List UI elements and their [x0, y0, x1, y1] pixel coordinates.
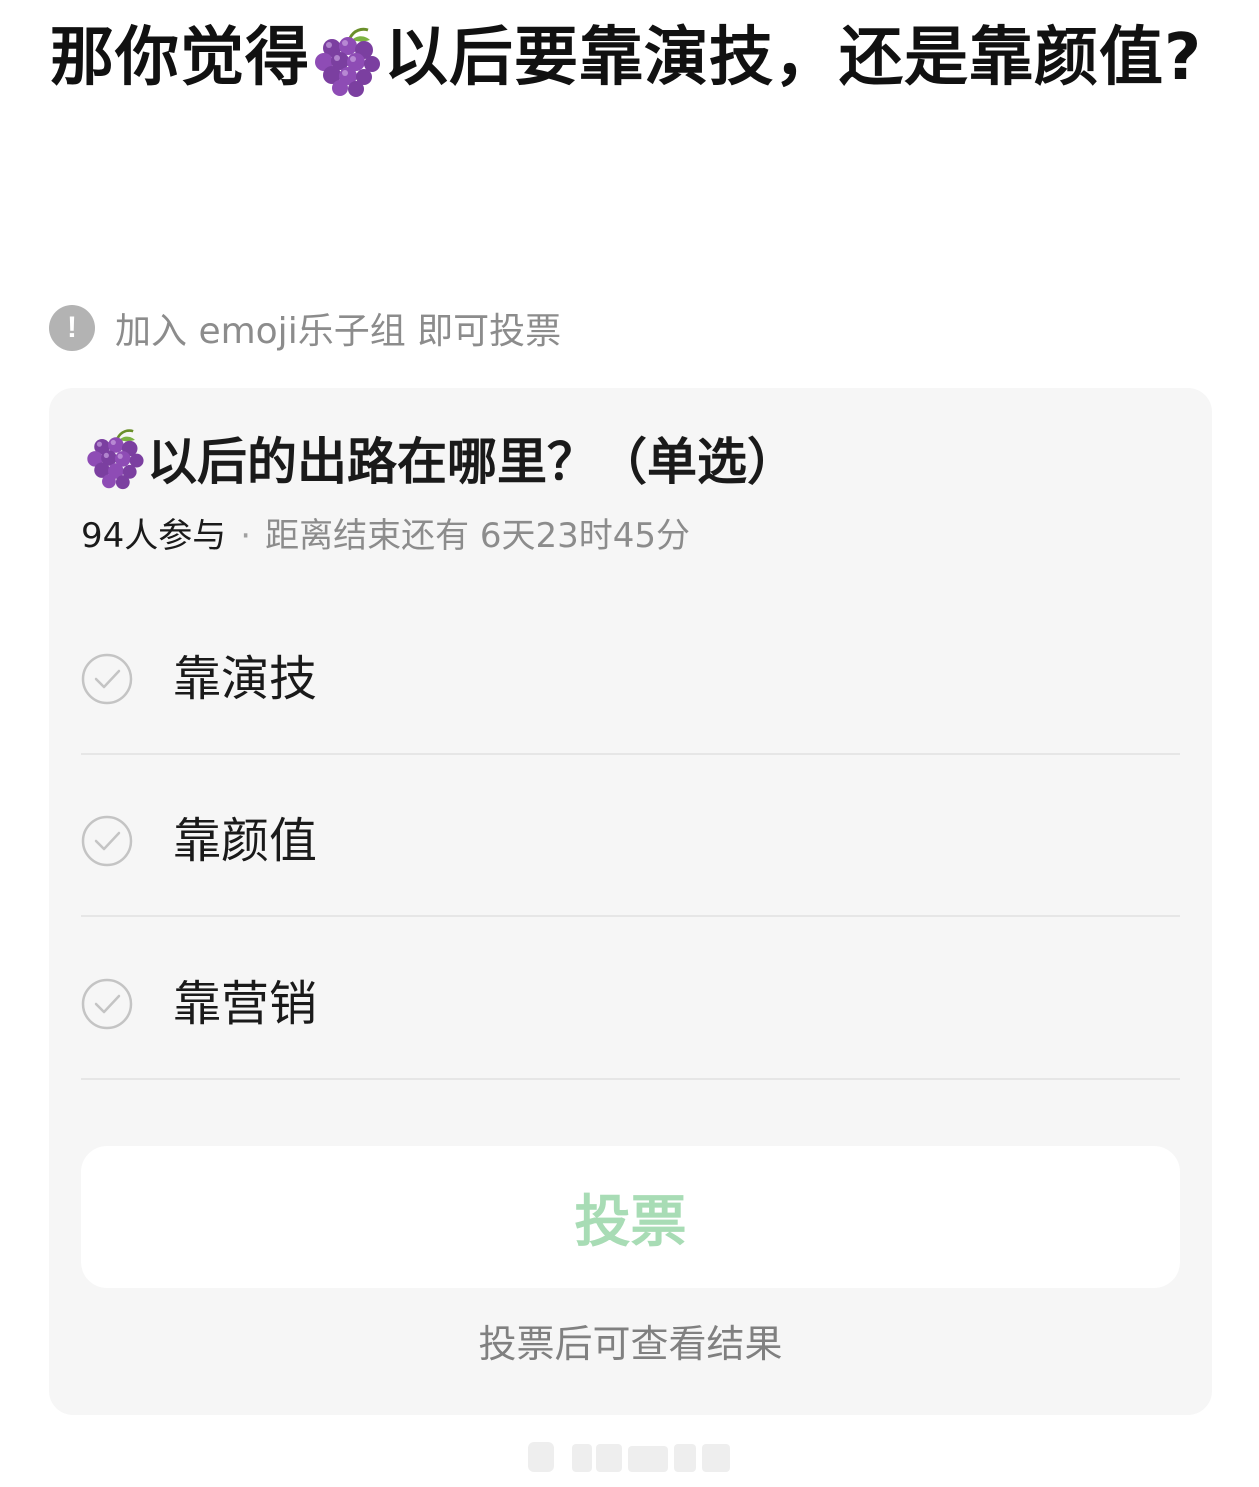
meta-separator: · [240, 516, 252, 556]
poll-option[interactable]: 靠营销 [81, 918, 1180, 1080]
poll-option-label: 靠颜值 [173, 813, 318, 869]
check-circle-icon[interactable] [81, 653, 133, 705]
poll-question: 以后的出路在哪里？（单选） [83, 426, 797, 491]
poll-option-label: 靠演技 [173, 651, 318, 707]
exclamation-circle-icon: ! [49, 305, 95, 351]
join-notice-text: 加入 emoji乐子组 即可投票 [115, 311, 562, 352]
grapes-emoji-icon [315, 28, 380, 98]
participant-count: 94人参与 [81, 516, 227, 556]
poll-option[interactable]: 靠演技 [81, 593, 1180, 755]
title-text-before: 那你觉得 [50, 21, 310, 95]
poll-option-label: 靠营销 [173, 976, 318, 1032]
vote-hint: 投票后可查看结果 [478, 1322, 783, 1366]
poll-card: 以后的出路在哪里？（单选） 94人参与 · 距离结束还有 6天23时45分 靠演技 … [49, 388, 1212, 1415]
watermark-logo [528, 1442, 730, 1472]
post-title: 那你觉得 以后要靠演技，还是靠颜值? [50, 10, 1210, 106]
poll-countdown: 距离结束还有 6天23时45分 [265, 516, 691, 556]
vote-button[interactable]: 投票 [81, 1146, 1180, 1288]
title-text-after: 以后要靠演技，还是靠颜值? [384, 21, 1203, 95]
check-circle-icon[interactable] [81, 978, 133, 1030]
join-notice[interactable]: ! 加入 emoji乐子组 即可投票 [49, 304, 561, 352]
grapes-emoji-icon [87, 429, 144, 490]
poll-question-text: 以后的出路在哪里？（单选） [147, 433, 797, 491]
poll-option[interactable]: 靠颜值 [81, 755, 1180, 917]
poll-meta: 94人参与 · 距离结束还有 6天23时45分 [81, 512, 690, 560]
check-circle-icon[interactable] [81, 815, 133, 867]
